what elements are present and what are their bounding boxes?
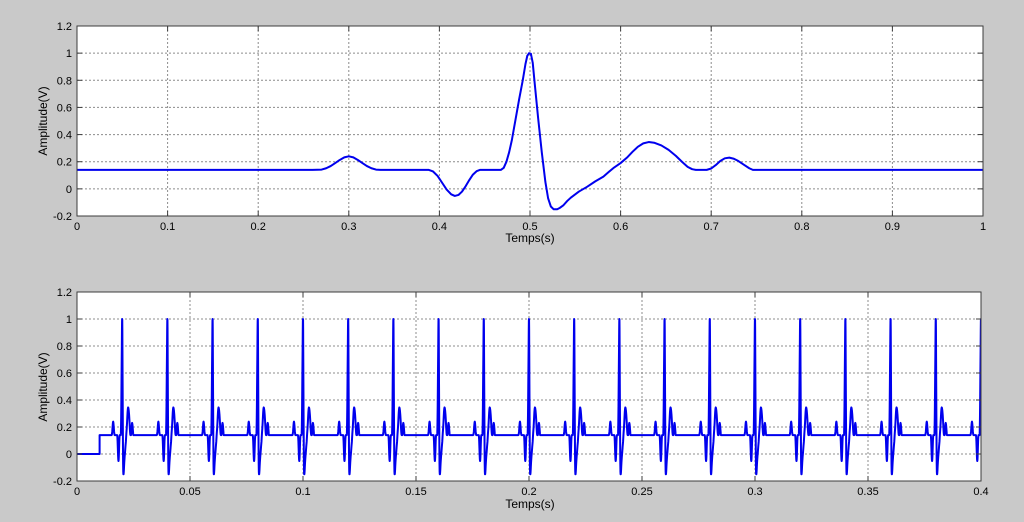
y-tick-label: 0.8 bbox=[57, 75, 72, 87]
y-tick-label: 0.6 bbox=[57, 102, 72, 114]
y-tick-label: 0.2 bbox=[57, 422, 72, 434]
y-tick-label: 1 bbox=[66, 314, 72, 326]
ecg-pulse-train-chart: 0 0.05 0.1 0.15 0.2 0.25 0.3 0.35 0.4 -0.2 0 0.2 0.4… bbox=[0, 261, 1024, 522]
y-tick-label: 0.6 bbox=[57, 368, 72, 380]
y-tick-label: -0.2 bbox=[53, 211, 72, 223]
y-tick-label: 1 bbox=[66, 48, 72, 60]
matlab-figure: 0 0.1 0.2 0.3 0.4 0.5 0.6 0.7 0.8 0.9 1 -0.2 0 0.2 0.4… bbox=[0, 0, 1024, 522]
ecg-pulse-train-plot: 0 0.05 0.1 0.15 0.2 0.25 0.3 0.35 0.4-0.200.20.4… bbox=[53, 287, 989, 498]
y-tick-label: 0 bbox=[66, 184, 72, 196]
y-tick-label: 0.4 bbox=[57, 130, 72, 142]
y-tick-label: 1.2 bbox=[57, 21, 72, 33]
x-axis-label: Temps(s) bbox=[505, 231, 555, 245]
y-tick-label: 0.8 bbox=[57, 341, 72, 353]
y-tick-label: -0.2 bbox=[53, 476, 72, 488]
y-axis-label: Amplitude(V) bbox=[36, 86, 50, 156]
x-axis-label: Temps(s) bbox=[505, 497, 555, 511]
ecg-single-pulse-chart: 0 0.1 0.2 0.3 0.4 0.5 0.6 0.7 0.8 0.9 1 -0.2 0 0.2 0.4… bbox=[0, 0, 1024, 261]
y-tick-label: 1.2 bbox=[57, 287, 72, 299]
ecg-single-pulse-plot: 0 0.1 0.2 0.3 0.4 0.5 0.6 0.7 0.8 0.9 1-0.200.20.4… bbox=[53, 21, 986, 233]
y-axis-label: Amplitude(V) bbox=[36, 352, 50, 422]
ecg-waveform bbox=[77, 318, 981, 476]
y-tick-label: 0.4 bbox=[57, 395, 72, 407]
y-tick-label: 0 bbox=[66, 449, 72, 461]
y-tick-label: 0.2 bbox=[57, 157, 72, 169]
